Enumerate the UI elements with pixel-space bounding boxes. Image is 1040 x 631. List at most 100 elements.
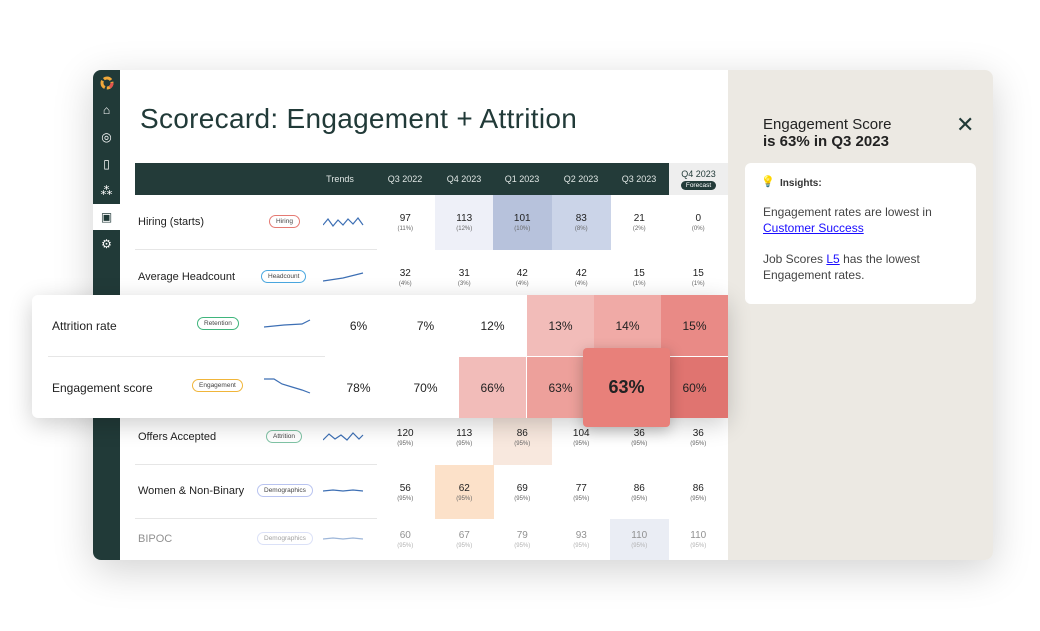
category-tag: Demographics	[257, 484, 313, 497]
value-cell[interactable]: 110 (95%)	[669, 519, 728, 560]
cell-value: 0	[695, 213, 702, 224]
value-cell[interactable]: 79 (95%)	[493, 519, 552, 560]
row-divider	[48, 356, 325, 357]
value-cell[interactable]: 56 (95%)	[376, 465, 435, 519]
row-label: Attrition rate	[52, 319, 117, 333]
value-cell[interactable]: 110 (95%)	[610, 519, 669, 560]
category-tag: Headcount	[261, 269, 307, 283]
value-cell[interactable]: 60 (95%)	[376, 519, 435, 560]
cell-value: 31	[458, 268, 470, 279]
cell-percent: (95%)	[690, 495, 707, 502]
value-cell[interactable]: 86 (95%)	[669, 465, 728, 519]
value-cell[interactable]: 36 (95%)	[669, 410, 728, 465]
cell-percent: (95%)	[690, 543, 707, 549]
header-forecast: Q4 2023 Forecast	[669, 163, 728, 195]
category-tag: Hiring	[269, 214, 300, 228]
value-cell[interactable]: 86 (95%)	[493, 410, 552, 465]
cell-percent: (2%)	[632, 226, 646, 232]
cell-value: 56	[399, 482, 411, 494]
cell-percent: (3%)	[457, 281, 471, 287]
badge-icon[interactable]: ▣	[93, 204, 120, 230]
gear-icon[interactable]: ⚙	[93, 231, 120, 257]
cell-value: 97	[399, 213, 411, 224]
value-cell[interactable]: 67 (95%)	[435, 519, 494, 560]
cell-percent: (4%)	[574, 281, 588, 287]
value-cell[interactable]: 78%	[325, 357, 392, 418]
cell-value: 15	[633, 268, 645, 279]
value-cell[interactable]: 66%	[459, 357, 526, 418]
cell-percent: (95%)	[573, 543, 590, 549]
row-label: Hiring (starts)	[138, 215, 205, 228]
category-tag: Attrition	[266, 429, 303, 443]
value-cell[interactable]: 12%	[459, 295, 526, 356]
cell-value: 104	[572, 428, 590, 439]
value-cell[interactable]: 0 (0%)	[669, 195, 728, 250]
value-cell[interactable]: 86 (95%)	[610, 465, 669, 519]
cell-value: 32	[399, 268, 411, 279]
cell-percent: (4%)	[398, 281, 412, 287]
value-cell[interactable]: 113 (12%)	[435, 195, 494, 250]
l5-link[interactable]: L5	[826, 252, 839, 266]
cell-value: 93	[575, 530, 587, 541]
table-row[interactable]: Hiring (starts) Hiring 97 (11%) 113 (12%) 101 (…	[135, 195, 728, 250]
cell-value: 42	[575, 268, 587, 279]
header-col: Q3 2023	[621, 174, 657, 184]
table-row[interactable]: BIPOC Demographics 60 (95%) 67 (95%) 79 (95%) 93…	[135, 519, 728, 560]
value-cell[interactable]: 77 (95%)	[552, 465, 611, 519]
category-tag: Demographics	[257, 531, 313, 545]
forecast-badge: Forecast	[680, 180, 717, 190]
close-icon[interactable]: ✕	[956, 112, 974, 138]
cell-value: 36	[692, 428, 704, 439]
scroll-icon[interactable]: ▯	[93, 151, 120, 177]
home-icon[interactable]: ⌂	[93, 97, 120, 123]
cell-value: 120	[396, 428, 414, 439]
customer-success-link[interactable]: Customer Success	[763, 221, 864, 235]
value-cell[interactable]: 83 (8%)	[552, 195, 611, 250]
cell-value: 67	[458, 530, 470, 541]
row-label: Offers Accepted	[138, 430, 217, 443]
insights-label: Insights:	[780, 178, 822, 189]
value-cell[interactable]: 6%	[325, 295, 392, 356]
table-row[interactable]: Women & Non-Binary Demographics 56 (95%) 62(…	[135, 465, 728, 519]
header-col: Q3 2022	[387, 174, 423, 184]
cell-value: 101	[513, 213, 531, 224]
cell-percent: (95%)	[690, 441, 707, 447]
panel-title-line2: is 63% in Q3 2023	[763, 133, 889, 150]
value-cell[interactable]: 70%	[392, 357, 459, 418]
cell-value: 86	[516, 428, 528, 439]
value-cell[interactable]: 7%	[392, 295, 459, 356]
trend-sparkline	[323, 489, 364, 492]
cell-percent: (95%)	[573, 441, 590, 447]
value-cell[interactable]: 21 (2%)	[610, 195, 669, 250]
cell-percent: (95%)	[631, 495, 648, 502]
cell-value: 83	[575, 213, 587, 224]
value-cell[interactable]: 14%	[594, 295, 661, 356]
logo-icon[interactable]	[93, 70, 120, 96]
cell-value: 36	[633, 428, 645, 439]
cell-value: 15	[692, 268, 704, 279]
value-cell[interactable]: 13%	[527, 295, 594, 356]
value-cell[interactable]: 69 (95%)	[493, 465, 552, 519]
value-cell[interactable]: 97 (11%)	[376, 195, 435, 250]
cell-percent: (95%)	[397, 441, 414, 447]
value-cell[interactable]: 101 (10%)	[493, 195, 552, 250]
cell-percent: (8%)	[574, 226, 588, 232]
value-cell[interactable]: 60%	[661, 357, 728, 418]
overlay-row[interactable]: Attrition rate Retention 6% 7% 12% 13% 14% 15%	[32, 295, 728, 356]
value-cell[interactable]: 120 (95%)	[376, 410, 435, 465]
cell-percent: (95%)	[514, 543, 531, 549]
selected-cell-highlight[interactable]: 63%	[583, 348, 670, 427]
value-cell[interactable]: 15%	[661, 295, 728, 356]
target-icon[interactable]: ◎	[93, 124, 120, 150]
cell-value: 110	[631, 530, 648, 541]
trend-sparkline	[264, 319, 311, 328]
cell-percent: (95%)	[573, 495, 590, 502]
trend-sparkline	[323, 431, 364, 441]
value-cell[interactable]: 62 (95%)	[435, 465, 494, 519]
value-cell[interactable]: 113 (95%)	[435, 410, 494, 465]
value-cell[interactable]: 93 (95%)	[552, 519, 611, 560]
shapes-icon[interactable]: ⁂	[93, 178, 120, 204]
cell-value: 113	[456, 213, 473, 224]
cell-value: 77	[575, 482, 587, 494]
trend-sparkline	[264, 378, 311, 394]
